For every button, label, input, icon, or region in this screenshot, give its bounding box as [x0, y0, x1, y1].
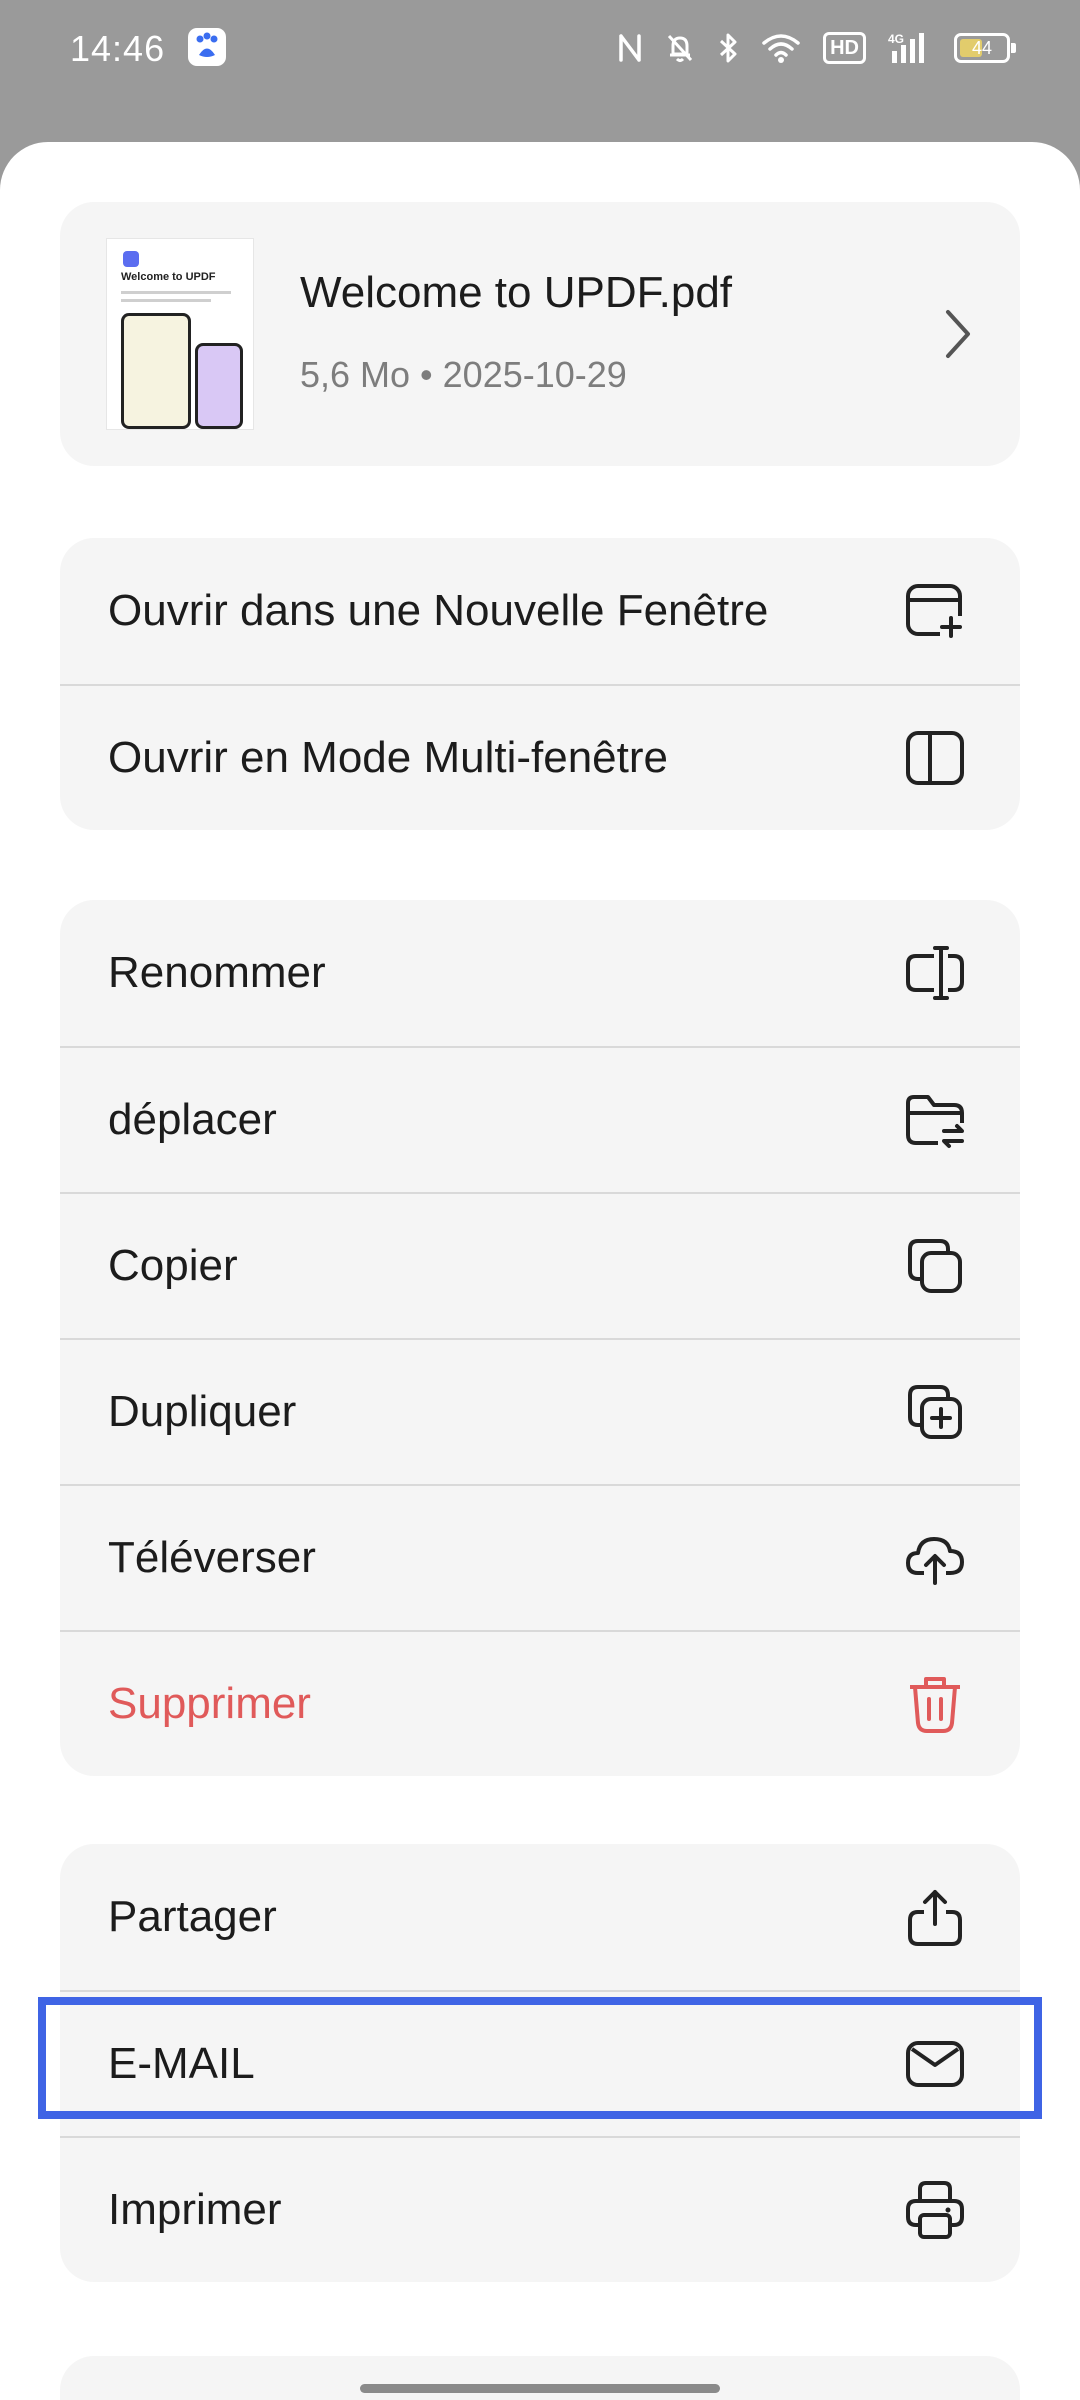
thumbnail-tablet-image	[121, 313, 191, 429]
mute-bell-icon	[665, 32, 695, 64]
print-label: Imprimer	[108, 2185, 282, 2234]
delete-item[interactable]: Supprimer	[60, 1630, 1020, 1776]
move-item[interactable]: déplacer	[60, 1046, 1020, 1192]
trash-icon	[902, 1671, 968, 1737]
email-label: E-MAIL	[108, 2039, 255, 2088]
email-item[interactable]: E-MAIL	[60, 1990, 1020, 2136]
thumbnail-title: Welcome to UPDF	[121, 271, 216, 283]
duplicate-label: Dupliquer	[108, 1387, 297, 1436]
home-indicator[interactable]	[360, 2384, 720, 2393]
hd-badge: HD	[823, 32, 866, 64]
copy-icon	[902, 1233, 968, 1299]
file-meta: 5,6 Mo • 2025-10-29	[300, 354, 627, 395]
duplicate-item[interactable]: Dupliquer	[60, 1338, 1020, 1484]
thumbnail-line	[121, 291, 231, 294]
action-sheet: Welcome to UPDF Welcome to UPDF.pdf 5,6 …	[0, 142, 1080, 2400]
new-window-icon	[902, 578, 968, 644]
share-label: Partager	[108, 1892, 277, 1941]
status-bar: 14:46 HD 4G 44	[0, 0, 1080, 100]
move-folder-icon	[902, 1087, 968, 1153]
upload-item[interactable]: Téléverser	[60, 1484, 1020, 1630]
mail-icon	[902, 2031, 968, 2097]
open-new-window-item[interactable]: Ouvrir dans une Nouvelle Fenêtre	[60, 538, 1020, 684]
file-name: Welcome to UPDF.pdf	[300, 268, 733, 317]
share-actions-group: Partager E-MAIL Imprimer	[60, 1844, 1020, 2282]
share-item[interactable]: Partager	[60, 1844, 1020, 1990]
split-view-icon	[902, 725, 968, 791]
duplicate-icon	[902, 1379, 968, 1445]
file-thumbnail: Welcome to UPDF	[106, 238, 254, 430]
printer-icon	[902, 2177, 968, 2243]
baidu-icon	[188, 28, 226, 66]
chevron-right-icon	[938, 304, 978, 364]
rename-item[interactable]: Renommer	[60, 900, 1020, 1046]
open-multi-window-label: Ouvrir en Mode Multi-fenêtre	[108, 733, 668, 782]
copy-label: Copier	[108, 1241, 238, 1290]
file-actions-group: Renommer déplacer Copier Dupliquer Télév…	[60, 900, 1020, 1776]
window-options-group: Ouvrir dans une Nouvelle Fenêtre Ouvrir …	[60, 538, 1020, 830]
bluetooth-icon	[717, 32, 739, 64]
rename-icon	[902, 940, 968, 1006]
updf-logo	[123, 251, 139, 267]
signal-4g-icon: 4G	[888, 31, 932, 65]
open-multi-window-item[interactable]: Ouvrir en Mode Multi-fenêtre	[60, 684, 1020, 830]
status-time: 14:46	[70, 28, 166, 69]
cloud-upload-icon	[902, 1525, 968, 1591]
upload-label: Téléverser	[108, 1533, 316, 1582]
file-info-card[interactable]: Welcome to UPDF Welcome to UPDF.pdf 5,6 …	[60, 202, 1020, 466]
move-label: déplacer	[108, 1095, 277, 1144]
battery-level: 44	[971, 37, 993, 58]
more-actions-group	[60, 2356, 1020, 2400]
svg-text:4G: 4G	[888, 32, 904, 46]
battery-indicator: 44	[954, 33, 1016, 63]
delete-label: Supprimer	[108, 1679, 311, 1728]
share-icon	[902, 1884, 968, 1950]
thumbnail-line	[121, 299, 211, 302]
nfc-icon	[617, 32, 643, 64]
copy-item[interactable]: Copier	[60, 1192, 1020, 1338]
thumbnail-phone-image	[195, 343, 243, 429]
open-new-window-label: Ouvrir dans une Nouvelle Fenêtre	[108, 586, 769, 635]
status-indicators: HD 4G 44	[617, 28, 1016, 68]
rename-label: Renommer	[108, 948, 326, 997]
wifi-icon	[761, 33, 801, 63]
print-item[interactable]: Imprimer	[60, 2136, 1020, 2282]
